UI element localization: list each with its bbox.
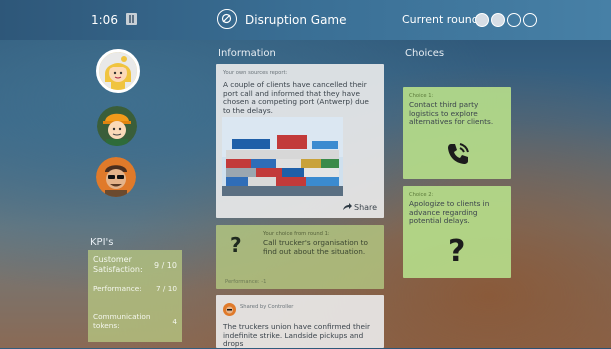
- shared-info-card: Shared by Controller The truckers union …: [216, 295, 384, 348]
- kpi-label: Performance:: [93, 284, 142, 293]
- previous-choice-text: Call trucker's organisation to find out …: [263, 238, 369, 256]
- previous-choice-footer: Performance: -1: [225, 279, 267, 285]
- kpi-value: 7 / 10: [155, 284, 177, 293]
- previous-choice-card: ? Your choice from round 1: Call trucker…: [216, 225, 384, 289]
- round-dot-4: [523, 13, 537, 27]
- phone-icon: [445, 141, 471, 171]
- kpi-title: KPI's: [90, 237, 114, 248]
- report-card: Your own sources report: A couple of cli…: [216, 64, 384, 218]
- share-label: Share: [354, 202, 378, 212]
- report-image: [222, 117, 343, 196]
- share-icon: [343, 202, 352, 212]
- shared-text: The truckers union have confirmed their …: [223, 322, 370, 349]
- round-timer: 1:06: [91, 13, 118, 27]
- kpi-value: 4: [172, 317, 177, 326]
- report-text: A couple of clients have cancelled their…: [223, 80, 369, 115]
- avatar-player-blonde[interactable]: [96, 49, 140, 93]
- information-title: Information: [218, 48, 276, 59]
- round-dot-3: [507, 13, 521, 27]
- kpi-panel: Customer Satisfaction: 9 / 10 Performanc…: [88, 250, 182, 342]
- avatar-player-sunglasses[interactable]: [96, 157, 136, 197]
- game-title: Disruption Game: [245, 13, 347, 27]
- question-icon: ?: [448, 234, 466, 269]
- choice-card-1[interactable]: Choice 1: Contact third party logistics …: [403, 87, 511, 179]
- game-logo-icon: [217, 9, 237, 29]
- top-bar: 1:06 Disruption Game Current round:: [0, 0, 611, 40]
- kpi-performance: Performance: 7 / 10: [93, 284, 177, 293]
- avatar-player-worker[interactable]: [97, 106, 137, 146]
- controller-avatar: [223, 301, 236, 316]
- kpi-communication-tokens: Communication tokens: 4: [93, 312, 177, 330]
- choices-title: Choices: [405, 48, 445, 59]
- round-indicator: [475, 13, 537, 27]
- pause-button[interactable]: [126, 13, 137, 25]
- kpi-label: Communication tokens:: [93, 312, 151, 330]
- round-dot-1: [475, 13, 489, 27]
- choice-text: Contact third party logistics to explore…: [409, 100, 494, 127]
- kpi-value: 9 / 10: [153, 261, 177, 270]
- kpi-label: Customer Satisfaction:: [93, 255, 143, 274]
- round-dot-2: [491, 13, 505, 27]
- question-icon: ?: [230, 233, 242, 257]
- share-button[interactable]: Share: [343, 202, 377, 212]
- current-round-label: Current round:: [402, 13, 483, 26]
- choice-label: Choice 1:: [409, 93, 434, 99]
- previous-choice-header: Your choice from round 1:: [263, 231, 330, 237]
- choice-text: Apologize to clients in advance regardin…: [409, 199, 490, 226]
- kpi-customer-satisfaction: Customer Satisfaction: 9 / 10: [93, 255, 177, 275]
- report-source: Your own sources report:: [223, 70, 288, 76]
- choice-card-2[interactable]: Choice 2: Apologize to clients in advanc…: [403, 186, 511, 278]
- shared-header: Shared by Controller: [240, 304, 294, 310]
- choice-label: Choice 2:: [409, 192, 434, 198]
